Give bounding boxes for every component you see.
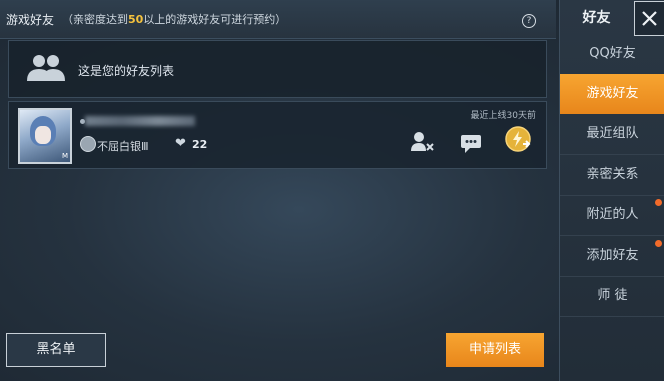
note-suffix: 以上的游戏好友可进行预约） [143,13,287,26]
friends-panel: 游戏好友 （亲密度达到50以上的游戏好友可进行预约） ? 这是您的好友列表 M … [0,0,556,381]
gift-icon[interactable] [504,125,532,153]
notification-dot [655,240,662,247]
chat-icon[interactable] [458,129,484,155]
note-highlight: 50 [128,13,144,26]
friend-rank: 不屈白银Ⅲ [97,140,149,153]
sidebar-title: 好友 [582,10,611,26]
note-prefix: （亲密度达到 [62,13,128,26]
last-online: 最近上线30天前 [470,111,536,121]
blacklist-button[interactable]: 黑名单 [6,333,106,367]
sidebar-item-intimacy[interactable]: 亲密关系 [560,155,664,196]
requests-list-button[interactable]: 申请列表 [446,333,544,367]
friends-icon [27,55,65,81]
friend-list-label: 这是您的好友列表 [78,64,175,78]
sidebar-item-label: 最近组队 [586,126,639,141]
sidebar-item-qq-friends[interactable]: QQ好友 [560,34,664,75]
close-icon[interactable] [634,1,664,36]
remove-friend-icon[interactable] [409,129,435,155]
notification-dot [655,199,662,206]
sidebar-item-nearby[interactable]: 附近的人 [560,195,664,236]
friend-name-blurred [85,116,195,126]
sidebar-item-game-friends[interactable]: 游戏好友 [560,74,664,114]
sidebar-item-label: 亲密关系 [586,167,639,182]
heart-icon: ❤ [175,136,186,151]
friend-card[interactable]: M 不屈白银Ⅲ ❤ 22 最近上线30天前 [8,101,547,169]
help-icon[interactable]: ? [522,14,536,28]
avatar-tag: M [61,152,68,160]
intimacy-value: 22 [192,138,208,151]
sidebar-item-label: QQ好友 [589,46,636,61]
friend-list-header: 这是您的好友列表 [8,40,547,98]
close-x-glyph [642,11,657,26]
sidebar-item-mentor[interactable]: 师 徒 [560,276,664,317]
sidebar-item-label: 师 徒 [597,288,628,303]
avatar-face [35,126,51,144]
rank-icon [80,136,96,152]
friend-avatar[interactable]: M [18,108,72,164]
sidebar: 好友 QQ好友 游戏好友 最近组队 亲密关系 附近的人 添加好友 师 徒 [559,0,664,381]
page-title: 游戏好友 [6,13,55,27]
sidebar-item-recent-team[interactable]: 最近组队 [560,114,664,155]
sidebar-item-add-friend[interactable]: 添加好友 [560,236,664,277]
header-bar: 游戏好友 （亲密度达到50以上的游戏好友可进行预约） ? [0,0,556,39]
sidebar-item-label: 游戏好友 [586,86,639,101]
intimacy-note: （亲密度达到50以上的游戏好友可进行预约） [62,11,286,27]
sidebar-item-label: 添加好友 [586,248,639,263]
sidebar-item-label: 附近的人 [586,207,639,222]
